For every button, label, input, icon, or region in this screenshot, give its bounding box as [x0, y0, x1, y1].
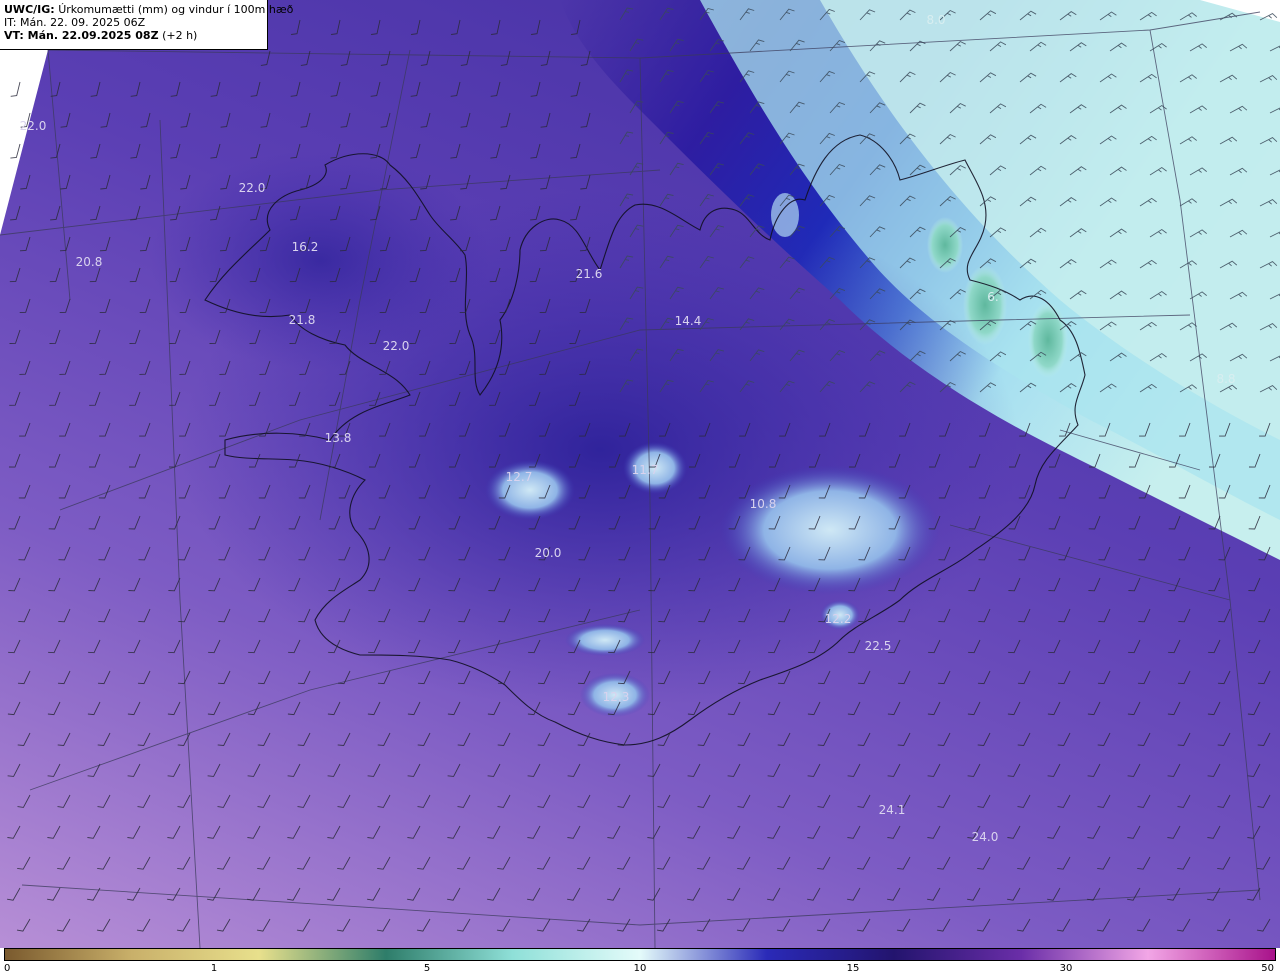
field-value-label: 6. [987, 290, 998, 304]
green-blob-east-2 [1028, 302, 1068, 378]
colorbar-tick-label: 5 [423, 963, 431, 974]
field-value-label: 8.8 [1216, 372, 1235, 386]
valid-time-offset: (+2 h) [162, 29, 198, 42]
green-blob-east-3 [927, 217, 963, 273]
land-field-west [150, 150, 490, 370]
colorbar-tick-label: 15 [846, 963, 860, 974]
field-value-label: 8.0 [926, 13, 945, 27]
field-value-label: 12.7 [506, 470, 533, 484]
field-value-label: 22.0 [239, 181, 266, 195]
colorbar-tick-label: 1 [210, 963, 218, 974]
precipitable-water-map: 22.0 22.0 20.8 16.2 21.8 22.0 21.6 14.4 13.8 12.7… [0, 0, 1280, 948]
field-value-label: 11.7 [632, 463, 659, 477]
field-value-label: 24.1 [879, 803, 906, 817]
map-title: Úrkomumætti (mm) og vindur í 100m hæð [58, 3, 294, 16]
colorbar-tick-label: 50 [1261, 963, 1274, 974]
colorbar-tick-label: 30 [1059, 963, 1073, 974]
field-value-label: 22.5 [865, 639, 892, 653]
header-title-row: UWC/IG: Úrkomumætti (mm) og vindur í 100… [4, 3, 293, 16]
field-value-label: 22.0 [383, 339, 410, 353]
field-value-label: 16.2 [292, 240, 319, 254]
field-value-label: 20.8 [76, 255, 103, 269]
colorbar-tick-label: 10 [633, 963, 647, 974]
green-blob-east-1 [963, 265, 1007, 345]
colorbar-tick-label: 0 [4, 963, 11, 974]
glacier-blob-eyjafjallajokull [565, 624, 645, 656]
field-value-label: 10.8 [750, 497, 777, 511]
field-value-label: 22.0 [20, 119, 47, 133]
valid-time: VT: Mán. 22.09.2025 08Z [4, 29, 159, 42]
colorbar-strip [4, 948, 1276, 961]
field-value-label: 24.0 [972, 830, 999, 844]
init-time: IT: Mán. 22. 09. 2025 06Z [4, 16, 146, 29]
map-viewer: 22.0 22.0 20.8 16.2 21.8 22.0 21.6 14.4 13.8 12.7… [0, 0, 1280, 978]
colorbar: 0 1 5 10 15 30 50 [0, 948, 1280, 978]
field-value-label: 21.6 [576, 267, 603, 281]
valid-time-row: VT: Mán. 22.09.2025 08Z (+2 h) [4, 29, 263, 42]
glacier-blob-langjokull [485, 460, 575, 520]
map-header: UWC/IG: Úrkomumætti (mm) og vindur í 100… [0, 0, 293, 50]
model-name: UWC/IG: [4, 3, 55, 16]
glacier-blob-vatnajokull [720, 465, 940, 595]
field-value-label: 14.4 [675, 314, 702, 328]
field-value-label: 20.0 [535, 546, 562, 560]
field-value-label: 13.8 [325, 431, 352, 445]
field-value-label: 21.8 [289, 313, 316, 327]
field-value-label: 12.2 [825, 612, 852, 626]
field-value-label: 12.3 [603, 690, 630, 704]
